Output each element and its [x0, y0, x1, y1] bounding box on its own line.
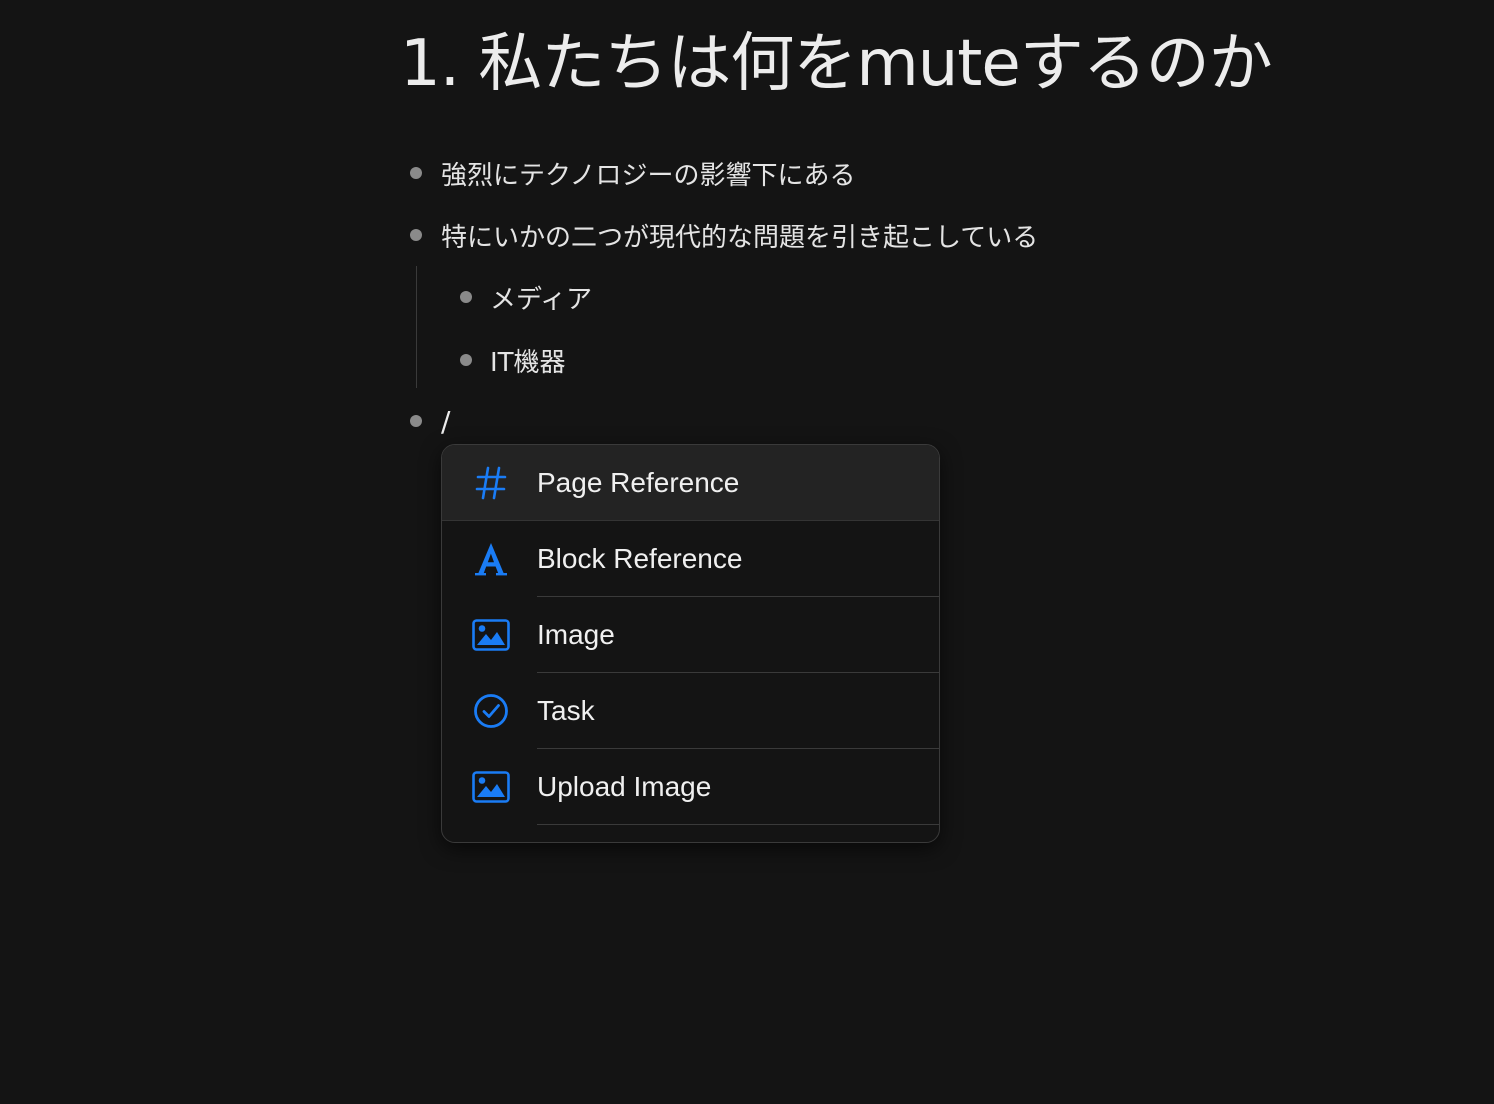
page-title[interactable]: 1. 私たちは何をmuteするのか: [400, 26, 1273, 103]
editing-block[interactable]: /: [410, 401, 450, 441]
bullet[interactable]: [460, 354, 472, 366]
menu-item-image[interactable]: Image: [442, 597, 939, 673]
bullet[interactable]: [410, 167, 422, 179]
block-text[interactable]: メディア: [490, 279, 592, 316]
page: 1. 私たちは何をmuteするのか 強烈にテクノロジーの影響下にある 特にいかの…: [0, 0, 1494, 1104]
block[interactable]: 特にいかの二つが現代的な問題を引き起こしている: [410, 215, 1038, 255]
menu-item-label: Block Reference: [537, 543, 743, 574]
menu-item-block-reference[interactable]: Block Reference: [442, 521, 939, 597]
bullet[interactable]: [460, 291, 472, 303]
block-text[interactable]: 強烈にテクノロジーの影響下にある: [441, 155, 855, 192]
block-text[interactable]: 特にいかの二つが現代的な問題を引き起こしている: [441, 217, 1038, 254]
divider: [537, 824, 939, 825]
child-block[interactable]: IT機器: [460, 340, 566, 380]
block[interactable]: 強烈にテクノロジーの影響下にある: [410, 153, 855, 193]
menu-item-label: Page Reference: [537, 467, 740, 498]
bullet[interactable]: [410, 415, 422, 427]
menu-item-label: Image: [537, 619, 615, 650]
child-block[interactable]: メディア: [460, 277, 592, 317]
menu-item-upload-image[interactable]: Upload Image: [442, 749, 939, 825]
letter-a-icon: [472, 540, 510, 578]
slash-command-menu: Page Reference Block Reference Image Tas…: [441, 444, 940, 843]
menu-item-page-reference[interactable]: Page Reference: [442, 445, 939, 521]
image-icon: [472, 616, 510, 654]
menu-item-task[interactable]: Task: [442, 673, 939, 749]
hashtag-icon: [472, 464, 510, 502]
menu-item-label: Upload Image: [537, 771, 712, 802]
checkmark-circle-icon: [472, 692, 510, 730]
bullet[interactable]: [410, 229, 422, 241]
child-thread-line: [416, 266, 417, 388]
block-input[interactable]: /: [441, 405, 450, 438]
block-text[interactable]: IT機器: [490, 342, 566, 379]
image-icon: [472, 768, 510, 806]
menu-item-label: Task: [537, 695, 595, 726]
